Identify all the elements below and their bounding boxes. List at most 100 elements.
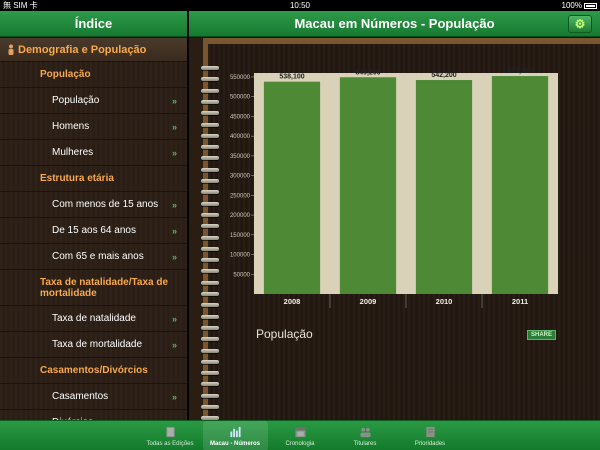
population-bar-chart: 50000 100000 150000 200000 250000 300000 35000… bbox=[230, 68, 558, 308]
spiral-ring bbox=[201, 371, 219, 376]
chevron-right-icon: » bbox=[171, 391, 177, 402]
sidebar-item-label: Homens bbox=[52, 121, 90, 132]
chevron-right-icon: » bbox=[171, 339, 177, 350]
data-label-2010: 542,200 bbox=[431, 72, 456, 79]
chevron-right-icon: » bbox=[171, 199, 177, 210]
y-tick-label: 450000 bbox=[230, 114, 251, 120]
x-tick-label-2011: 2011 bbox=[512, 297, 528, 306]
tab-bar-chart[interactable]: Macau - Números bbox=[202, 421, 268, 450]
spiral-ring bbox=[201, 348, 219, 353]
tab-people[interactable]: Titulares bbox=[333, 421, 398, 450]
chevron-right-icon: » bbox=[171, 147, 177, 158]
spiral-ring bbox=[201, 122, 219, 127]
sidebar-item-label: Com menos de 15 anos bbox=[52, 199, 159, 210]
spiral-ring bbox=[201, 66, 219, 70]
page-title-text: Macau em Números - População bbox=[294, 16, 495, 31]
spiral-ring bbox=[201, 201, 219, 206]
spiral-ring bbox=[201, 359, 219, 364]
sidebar-item[interactable]: Com 65 e mais anos » bbox=[0, 244, 187, 270]
spiral-ring bbox=[201, 393, 219, 398]
spiral-ring bbox=[201, 303, 219, 308]
battery-icon bbox=[584, 2, 597, 9]
battery-percent: 100% bbox=[561, 1, 582, 10]
page-title: Macau em Números - População ⚙ bbox=[189, 11, 600, 37]
spiral-ring bbox=[201, 246, 219, 251]
tab-document[interactable]: Prioridades bbox=[398, 421, 463, 450]
sidebar: Demografia e População População Populaçã… bbox=[0, 38, 187, 420]
tab-label: Prioridades bbox=[414, 441, 446, 447]
sidebar-section-label: Demografia e População bbox=[18, 44, 147, 56]
settings-button[interactable]: ⚙ bbox=[568, 15, 592, 33]
y-tick-label: 200000 bbox=[230, 213, 251, 219]
sidebar-group-label: Estrutura etária bbox=[40, 173, 114, 184]
sidebar-item-label: Taxa de mortalidade bbox=[52, 339, 143, 350]
bar-2008 bbox=[263, 81, 321, 295]
sidebar-item-label: Mulheres bbox=[52, 147, 94, 158]
sidebar-group-0[interactable]: População bbox=[0, 62, 187, 88]
tab-label: Cronologia bbox=[285, 441, 315, 447]
gear-icon: ⚙ bbox=[574, 17, 586, 31]
spiral-ring bbox=[201, 235, 219, 240]
tab-label: Titulares bbox=[353, 441, 377, 447]
y-tick-label: 550000 bbox=[230, 75, 251, 81]
tab-bar: Todas as Edições Macau - Números Cronologi… bbox=[0, 420, 600, 450]
spiral-ring bbox=[201, 190, 219, 195]
x-tick-label-2008: 2008 bbox=[284, 297, 301, 306]
sidebar-item-label: Casamentos bbox=[52, 391, 109, 402]
tab-book[interactable]: Todas as Edições bbox=[138, 421, 203, 450]
y-tick-label: 150000 bbox=[230, 233, 251, 239]
y-tick-label: 350000 bbox=[230, 154, 251, 160]
y-tick-label: 500000 bbox=[230, 95, 251, 101]
sidebar-item-label: Taxa de natalidade bbox=[52, 313, 136, 324]
clock: 10:50 bbox=[289, 1, 311, 10]
spiral-ring bbox=[201, 99, 219, 104]
spiral-ring bbox=[201, 111, 219, 116]
sidebar-item[interactable]: Mulheres » bbox=[0, 140, 187, 166]
sidebar-item[interactable]: De 15 aos 64 anos » bbox=[0, 218, 187, 244]
share-button[interactable]: SHARE bbox=[527, 330, 556, 340]
data-label-2009: 549,200 bbox=[355, 69, 380, 76]
index-header: Índice bbox=[0, 11, 187, 37]
sidebar-group-label: Taxa de natalidade/Taxa de mortalidade bbox=[40, 276, 169, 299]
book-icon bbox=[165, 426, 175, 438]
sidebar-group-2[interactable]: Taxa de natalidade/Taxa de mortalidade bbox=[0, 270, 187, 306]
bar-2010 bbox=[415, 80, 473, 294]
sidebar-item[interactable]: População » bbox=[0, 88, 187, 114]
chevron-right-icon: » bbox=[171, 95, 177, 106]
sidebar-item-label: População bbox=[52, 95, 100, 106]
tab-label: Macau - Números bbox=[209, 441, 260, 447]
sidebar-group-3[interactable]: Casamentos/Divórcios bbox=[0, 358, 187, 384]
spiral-ring bbox=[201, 292, 219, 296]
spiral-ring bbox=[201, 337, 219, 342]
sidebar-item-label: Com 65 e mais anos bbox=[52, 251, 144, 262]
x-tick-label-2009: 2009 bbox=[360, 297, 377, 306]
sidebar-item[interactable]: Casamentos » bbox=[0, 384, 187, 410]
spiral-ring bbox=[201, 88, 219, 93]
sidebar-item[interactable]: Homens » bbox=[0, 114, 187, 140]
y-tick-label: 300000 bbox=[230, 174, 251, 180]
sidebar-item[interactable]: Taxa de mortalidade » bbox=[0, 332, 187, 358]
bar-2009 bbox=[339, 77, 397, 294]
tab-calendar[interactable]: Cronologia bbox=[268, 421, 333, 450]
chevron-right-icon: » bbox=[171, 225, 177, 236]
chevron-right-icon: » bbox=[171, 251, 177, 262]
sidebar-section-demografia[interactable]: Demografia e População bbox=[0, 38, 187, 62]
sidebar-item-label: De 15 aos 64 anos bbox=[52, 225, 136, 236]
data-label-2011: 552,300 bbox=[507, 68, 532, 75]
y-tick-label: 50000 bbox=[233, 272, 250, 278]
spiral-ring bbox=[201, 269, 219, 274]
bar-chart-icon bbox=[229, 426, 241, 438]
spiral-ring bbox=[201, 405, 219, 409]
data-label-2008: 538,100 bbox=[279, 74, 304, 81]
chart-caption: População bbox=[256, 327, 313, 341]
spiral-ring bbox=[201, 314, 219, 319]
people-icon bbox=[359, 427, 371, 438]
spiral-ring bbox=[201, 325, 219, 330]
battery-indicator: 100% bbox=[562, 0, 597, 11]
sidebar-item[interactable]: Divórcios» bbox=[0, 410, 187, 420]
y-tick-label: 100000 bbox=[230, 253, 251, 259]
sidebar-item[interactable]: Taxa de natalidade » bbox=[0, 306, 187, 332]
sidebar-item[interactable]: Com menos de 15 anos » bbox=[0, 192, 187, 218]
sidebar-group-1[interactable]: Estrutura etária bbox=[0, 166, 187, 192]
status-bar: 無 SIM 卡 10:50 100% bbox=[0, 0, 600, 11]
